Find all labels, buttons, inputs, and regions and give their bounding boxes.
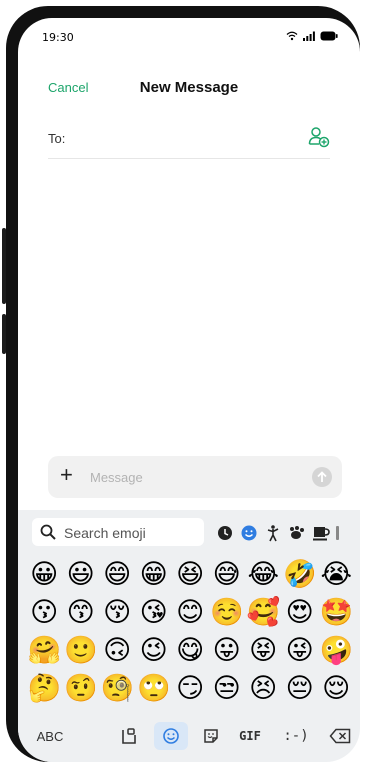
emoji-search-input[interactable] xyxy=(62,521,201,545)
emoji-row: 🤔 🤨 🧐 🙄 😏 😒 😣 😔 😌 xyxy=(26,670,356,708)
emoji[interactable]: 😀 xyxy=(26,559,63,591)
search-icon xyxy=(40,524,56,540)
status-bar: 19:30 xyxy=(18,18,360,52)
emoji[interactable]: 😛 xyxy=(209,635,246,667)
emoji-grid: 😀 😃 😄 😁 😆 😅 😂 🤣 😭 😗 😙 😚 😘 😊 ☺️ 🥰 😍 🤩 🤗 🙂… xyxy=(26,556,356,708)
emoji[interactable]: 😌 xyxy=(318,673,355,705)
emoji[interactable]: 😣 xyxy=(245,673,282,705)
emoji[interactable]: 🤔 xyxy=(26,673,63,705)
power-button xyxy=(2,314,6,354)
emoji-search-field[interactable] xyxy=(32,518,204,546)
emoji[interactable]: 😔 xyxy=(282,673,319,705)
battery-icon xyxy=(320,31,338,41)
emoji[interactable]: 😃 xyxy=(63,559,100,591)
emoji[interactable]: 😄 xyxy=(99,559,136,591)
emoji[interactable]: 😋 xyxy=(172,635,209,667)
emoji[interactable]: 🧐 xyxy=(99,673,136,705)
emoji[interactable]: 😏 xyxy=(172,673,209,705)
emoji[interactable]: 🤩 xyxy=(318,597,355,629)
people-icon[interactable] xyxy=(264,524,282,542)
emoji-keyboard: 😀 😃 😄 😁 😆 😅 😂 🤣 😭 😗 😙 😚 😘 😊 xyxy=(18,510,360,762)
message-input[interactable] xyxy=(88,464,292,490)
wifi-icon xyxy=(286,31,298,41)
page-title: New Message xyxy=(139,79,239,96)
emoji[interactable]: 🙂 xyxy=(63,635,100,667)
emoji[interactable]: 🤣 xyxy=(282,559,319,591)
clipboard-key[interactable] xyxy=(114,722,144,750)
emoji[interactable]: 😉 xyxy=(136,635,173,667)
send-icon xyxy=(317,471,327,482)
emoji-row: 😗 😙 😚 😘 😊 ☺️ 🥰 😍 🤩 xyxy=(26,594,356,632)
emoticon-key[interactable]: :-) xyxy=(278,722,314,750)
emoji[interactable]: 😍 xyxy=(282,597,319,629)
add-contact-icon[interactable] xyxy=(308,126,330,148)
emoji-tab-key[interactable] xyxy=(154,722,188,750)
emoji[interactable]: 😝 xyxy=(245,635,282,667)
backspace-icon xyxy=(329,728,351,744)
status-icons xyxy=(286,31,338,41)
keyboard-bottom-bar: ABC GIF:-) xyxy=(18,718,360,754)
emoji[interactable]: 😚 xyxy=(99,597,136,629)
signal-icon xyxy=(303,31,315,41)
smileys-icon[interactable] xyxy=(240,524,258,542)
animals-icon[interactable] xyxy=(288,524,306,542)
to-label: To: xyxy=(48,131,66,146)
emoji[interactable]: 😊 xyxy=(172,597,209,629)
emoji[interactable]: 😒 xyxy=(209,673,246,705)
emoji[interactable]: 🤪 xyxy=(318,635,355,667)
emoji[interactable]: 😜 xyxy=(282,635,319,667)
send-button[interactable] xyxy=(312,467,332,487)
emoji[interactable]: 🤨 xyxy=(63,673,100,705)
sticker-icon xyxy=(204,729,218,743)
keyboard-top-bar xyxy=(18,516,360,550)
emoji[interactable]: 🙄 xyxy=(136,673,173,705)
emoji[interactable]: 😁 xyxy=(136,559,173,591)
emoji-row: 🤗 🙂 🙃 😉 😋 😛 😝 😜 🤪 xyxy=(26,632,356,670)
clipboard-icon xyxy=(122,728,136,744)
volume-button xyxy=(2,228,6,304)
recipient-field[interactable]: To: xyxy=(48,124,330,159)
emoji[interactable]: 🥰 xyxy=(245,597,282,629)
emoji[interactable]: 😘 xyxy=(136,597,173,629)
emoji[interactable]: 😂 xyxy=(245,559,282,591)
category-scroll-edge xyxy=(336,526,339,540)
emoji[interactable]: 🤗 xyxy=(26,635,63,667)
emoji[interactable]: 🙃 xyxy=(99,635,136,667)
screen: 19:30 Cancel New Message To: + Message S… xyxy=(18,18,360,762)
food-icon[interactable] xyxy=(312,524,330,542)
emoji-row: 😀 😃 😄 😁 😆 😅 😂 🤣 😭 xyxy=(26,556,356,594)
header: Cancel New Message xyxy=(18,72,360,108)
emoji[interactable]: 😅 xyxy=(209,559,246,591)
emoji[interactable]: 😙 xyxy=(63,597,100,629)
sticker-key[interactable] xyxy=(196,722,226,750)
emoji[interactable]: 😗 xyxy=(26,597,63,629)
emoji[interactable]: 😆 xyxy=(172,559,209,591)
attach-plus-button[interactable]: + xyxy=(60,463,73,487)
gif-key[interactable]: GIF xyxy=(232,722,268,750)
recent-icon[interactable] xyxy=(216,524,234,542)
compose-bar: + xyxy=(48,456,342,498)
abc-key[interactable]: ABC xyxy=(28,722,72,750)
backspace-key[interactable] xyxy=(326,722,354,750)
status-time: 19:30 xyxy=(42,31,74,44)
phone-frame: 19:30 Cancel New Message To: + Message S… xyxy=(2,6,360,762)
emoji[interactable]: ☺️ xyxy=(209,597,246,629)
emoji[interactable]: 😭 xyxy=(318,559,355,591)
smiley-icon xyxy=(163,728,179,744)
